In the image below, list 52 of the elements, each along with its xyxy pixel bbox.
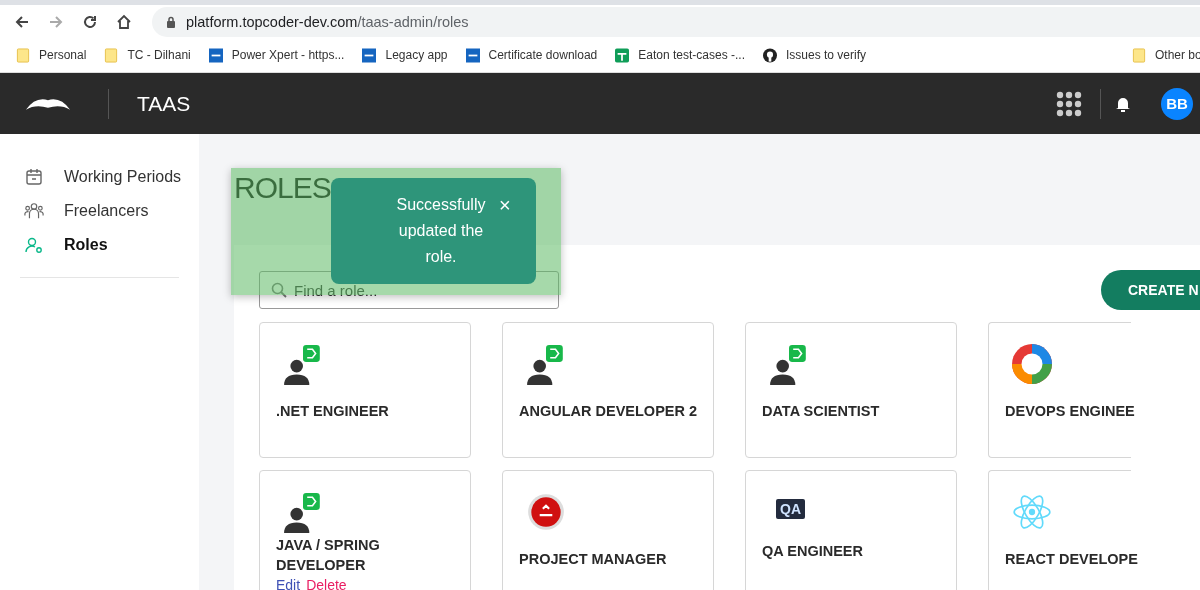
- pxd-logo-icon: [465, 47, 480, 63]
- pxd-logo-icon: [208, 47, 223, 63]
- sidebar-item[interactable]: Freelancers: [0, 194, 199, 228]
- sidebar-item[interactable]: Working Periods: [0, 160, 199, 194]
- close-button[interactable]: ×: [499, 192, 511, 218]
- reload-icon[interactable]: [82, 13, 98, 30]
- search-icon: [271, 282, 287, 298]
- user-gear-icon: [24, 235, 44, 255]
- role-name: DATA SCIENTIST: [762, 402, 880, 421]
- pxd-logo-icon: [362, 47, 377, 63]
- address-bar[interactable]: platform.topcoder-dev.com/taas-admin/roles: [152, 6, 1200, 37]
- role-card[interactable]: QA QA ENGINEER: [745, 470, 957, 590]
- role-card[interactable]: DATA SCIENTIST: [745, 322, 957, 458]
- role-name: REACT DEVELOPE: [1005, 550, 1138, 569]
- color-wheel-icon: [1011, 343, 1053, 385]
- create-button[interactable]: CREATE N: [1101, 270, 1200, 310]
- role-name: JAVA / SPRING DEVELOPER: [276, 536, 381, 575]
- page-title: ROLES: [234, 170, 331, 206]
- apps-grid-icon[interactable]: [1056, 90, 1082, 117]
- github-icon: [762, 47, 777, 63]
- action-link[interactable]: Delete: [306, 577, 347, 590]
- folder-icon: [1132, 47, 1146, 63]
- action-link[interactable]: Edit: [276, 577, 301, 590]
- app-title: TAAS: [137, 91, 191, 116]
- toast-message: Successfully updated the role.: [395, 195, 487, 267]
- bookmark[interactable]: Issues to verify: [762, 47, 866, 63]
- spreadsheet-icon: [615, 47, 630, 63]
- role-name: QA ENGINEER: [762, 542, 863, 561]
- role-card[interactable]: JAVA / SPRING DEVELOPER Edit Delete: [259, 470, 471, 590]
- bookmark[interactable]: Personal: [16, 47, 87, 63]
- folder-icon: [104, 47, 119, 63]
- role-card[interactable]: PROJECT MANAGER: [502, 470, 714, 590]
- bookmark[interactable]: Certificate download: [465, 47, 598, 63]
- role-name: ANGULAR DEVELOPER 2: [519, 402, 698, 421]
- role-name: .NET ENGINEER: [276, 402, 389, 421]
- bookmark[interactable]: Power Xpert - https...: [208, 47, 345, 63]
- disc-button-icon: [525, 491, 567, 533]
- role-name: PROJECT MANAGER: [519, 550, 667, 569]
- url-text: platform.topcoder-dev.com/taas-admin/roles: [186, 13, 469, 30]
- qa-logo: QA: [776, 499, 805, 519]
- bookmark[interactable]: Eaton test-cases -...: [615, 47, 745, 63]
- lock-icon: [166, 15, 176, 28]
- role-card[interactable]: ANGULAR DEVELOPER 2: [502, 322, 714, 458]
- people-icon: [24, 201, 44, 221]
- home-icon[interactable]: [116, 13, 132, 30]
- bookmark[interactable]: Legacy app: [362, 47, 448, 63]
- folder-icon: [16, 47, 30, 63]
- back-icon[interactable]: [14, 13, 30, 30]
- bookmark[interactable]: TC - Dilhani: [104, 47, 191, 63]
- calendar-icon: [24, 167, 44, 187]
- role-card[interactable]: .NET ENGINEER: [259, 322, 471, 458]
- user-avatar[interactable]: BB: [1161, 87, 1193, 120]
